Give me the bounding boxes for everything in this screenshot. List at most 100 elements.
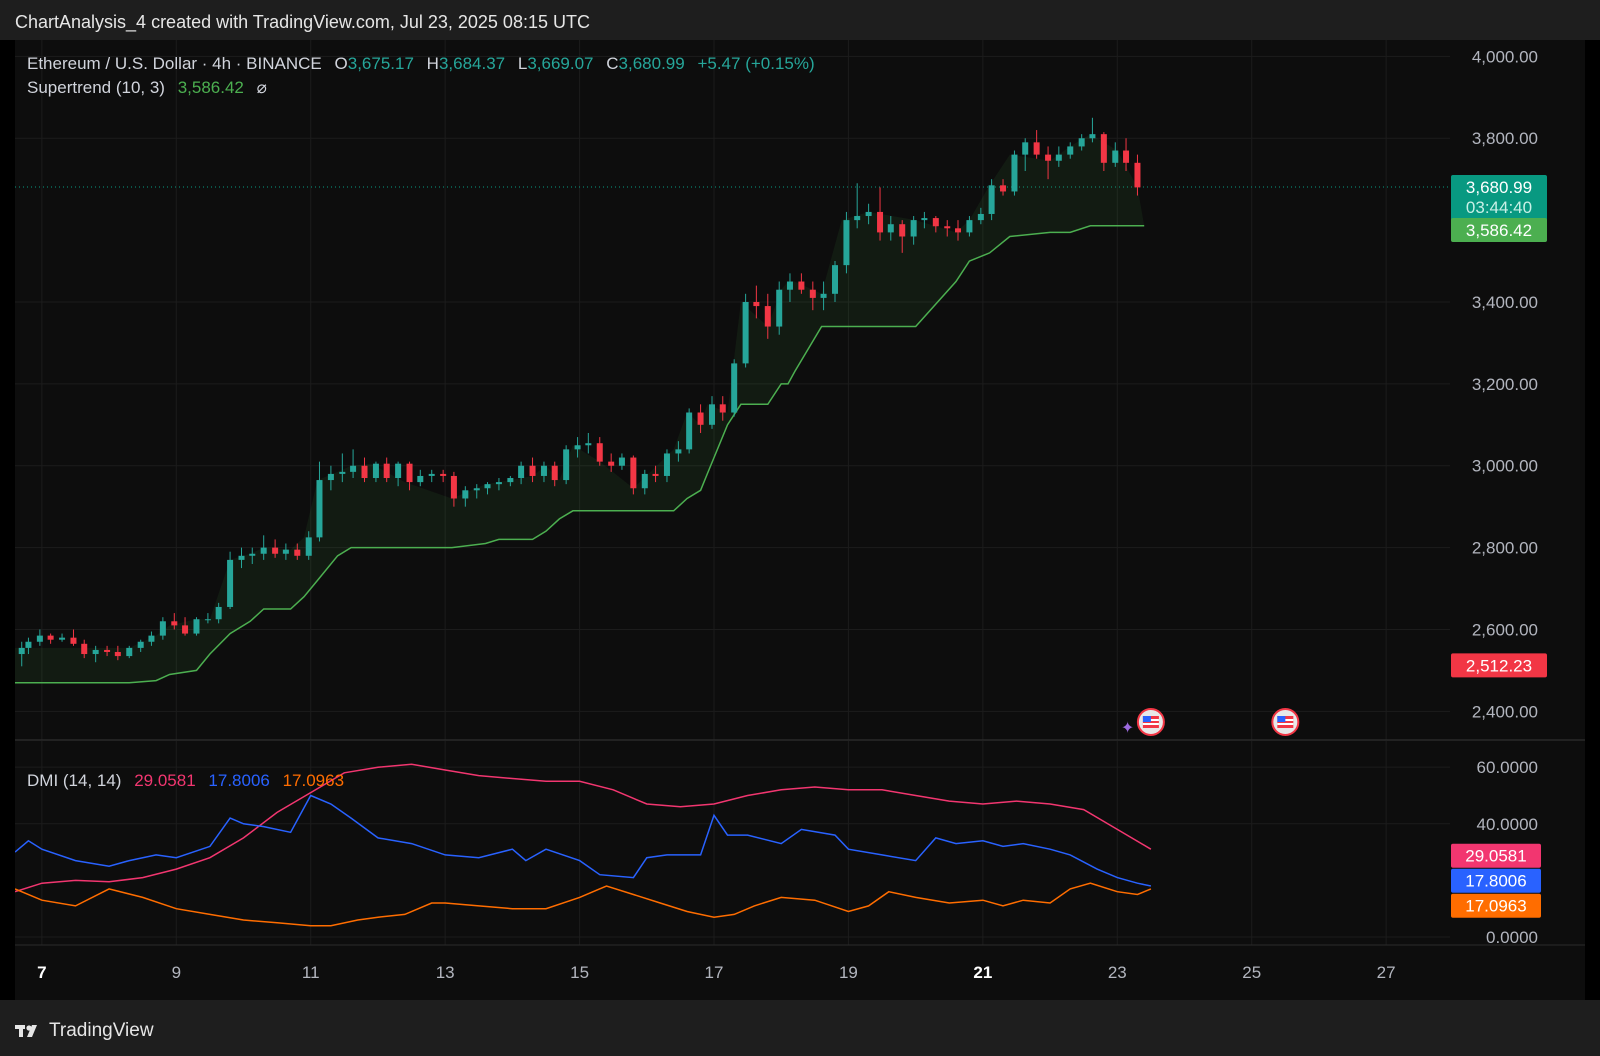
tradingview-logo[interactable]: TradingView bbox=[15, 1020, 154, 1042]
candle-body[interactable] bbox=[910, 220, 917, 237]
candle-body[interactable] bbox=[551, 465, 558, 481]
candle-body[interactable] bbox=[1055, 154, 1062, 161]
candle-body[interactable] bbox=[809, 289, 816, 298]
candle-body[interactable] bbox=[764, 306, 771, 327]
candle-body[interactable] bbox=[126, 647, 133, 657]
candle-body[interactable] bbox=[282, 549, 289, 554]
candle-body[interactable] bbox=[395, 463, 402, 479]
candle-body[interactable] bbox=[462, 490, 469, 499]
candle-body[interactable] bbox=[709, 404, 715, 425]
candle-body[interactable] bbox=[932, 218, 939, 227]
candle-body[interactable] bbox=[440, 473, 447, 476]
candle-body[interactable] bbox=[731, 363, 738, 413]
candle-body[interactable] bbox=[753, 301, 760, 307]
candle-body[interactable] bbox=[630, 457, 637, 489]
chart-area[interactable]: ✦ 4,000.00 3,800.00 3,400.00 3,200.00 3,000.0… bbox=[14, 40, 1585, 1000]
candle-body[interactable] bbox=[81, 643, 88, 655]
candle-body[interactable] bbox=[798, 281, 805, 290]
candle-body[interactable] bbox=[316, 480, 323, 538]
sparkle-icon[interactable]: ✦ bbox=[1121, 720, 1134, 737]
candle-body[interactable] bbox=[148, 635, 155, 642]
candle-body[interactable] bbox=[450, 475, 457, 499]
candle-body[interactable] bbox=[865, 211, 872, 217]
candle-body[interactable] bbox=[204, 619, 211, 621]
candle-body[interactable] bbox=[921, 218, 928, 221]
candle-body[interactable] bbox=[854, 216, 861, 221]
candle-body[interactable] bbox=[1067, 146, 1074, 155]
candle-body[interactable] bbox=[574, 445, 581, 450]
candle-body[interactable] bbox=[361, 465, 368, 479]
candle-body[interactable] bbox=[776, 289, 783, 327]
candle-body[interactable] bbox=[899, 224, 906, 237]
candle-body[interactable] bbox=[18, 647, 25, 655]
candle-body[interactable] bbox=[215, 606, 222, 620]
dmi-legend[interactable]: DMI (14, 14) 29.0581 17.8006 17.0963 bbox=[27, 771, 344, 791]
candle-body[interactable] bbox=[675, 449, 682, 454]
candle-body[interactable] bbox=[227, 559, 234, 607]
candle-body[interactable] bbox=[25, 641, 32, 648]
symbol-legend[interactable]: Ethereum / U.S. Dollar · 4h · BINANCE O3… bbox=[27, 54, 815, 74]
candle-body[interactable] bbox=[339, 471, 346, 474]
candle-body[interactable] bbox=[518, 465, 525, 479]
candle-body[interactable] bbox=[1123, 150, 1130, 163]
candle-body[interactable] bbox=[641, 473, 648, 489]
candle-body[interactable] bbox=[1033, 142, 1040, 155]
candle-body[interactable] bbox=[988, 185, 995, 214]
candle-body[interactable] bbox=[786, 281, 793, 290]
candle-body[interactable] bbox=[104, 649, 111, 652]
chart-svg[interactable]: ✦ 4,000.00 3,800.00 3,400.00 3,200.00 3,000.0… bbox=[14, 40, 1585, 1000]
candle-body[interactable] bbox=[193, 619, 200, 634]
candle-body[interactable] bbox=[944, 226, 951, 229]
candle-body[interactable] bbox=[305, 537, 312, 556]
candle-body[interactable] bbox=[596, 443, 603, 462]
candle-body[interactable] bbox=[843, 220, 850, 266]
candle-body[interactable] bbox=[652, 473, 659, 476]
candle-body[interactable] bbox=[663, 453, 670, 476]
candle-body[interactable] bbox=[719, 404, 726, 413]
candle-body[interactable] bbox=[1011, 154, 1018, 192]
candle-body[interactable] bbox=[1100, 134, 1107, 163]
candle-body[interactable] bbox=[977, 213, 984, 221]
candle-body[interactable] bbox=[1000, 185, 1007, 192]
candle-body[interactable] bbox=[294, 549, 301, 556]
candle-body[interactable] bbox=[70, 637, 77, 644]
candle-body[interactable] bbox=[249, 553, 256, 556]
candle-body[interactable] bbox=[1022, 142, 1029, 155]
candle-body[interactable] bbox=[36, 635, 43, 642]
candle-body[interactable] bbox=[563, 449, 570, 481]
candle-body[interactable] bbox=[238, 555, 245, 560]
candle-body[interactable] bbox=[159, 621, 166, 636]
candle-body[interactable] bbox=[383, 463, 390, 479]
candle-body[interactable] bbox=[171, 621, 178, 626]
candle-body[interactable] bbox=[887, 224, 894, 233]
candle-body[interactable] bbox=[618, 457, 625, 466]
candle-body[interactable] bbox=[1112, 150, 1119, 163]
candle-body[interactable] bbox=[585, 443, 592, 446]
candle-body[interactable] bbox=[417, 475, 424, 483]
candle-body[interactable] bbox=[877, 211, 884, 233]
candle-body[interactable] bbox=[540, 465, 547, 476]
candle-body[interactable] bbox=[1089, 134, 1096, 139]
candle-body[interactable] bbox=[1134, 162, 1141, 188]
candle-body[interactable] bbox=[820, 293, 827, 298]
candle-body[interactable] bbox=[182, 625, 189, 634]
candle-body[interactable] bbox=[114, 651, 121, 657]
candle-body[interactable] bbox=[697, 412, 704, 425]
supertrend-legend[interactable]: Supertrend (10, 3) 3,586.42 ⌀ bbox=[27, 78, 267, 98]
candle-body[interactable] bbox=[1078, 138, 1085, 147]
candle-body[interactable] bbox=[966, 220, 973, 233]
candle-body[interactable] bbox=[372, 463, 379, 479]
candle-body[interactable] bbox=[608, 461, 615, 466]
candle-body[interactable] bbox=[507, 478, 514, 483]
candle-body[interactable] bbox=[137, 641, 144, 648]
candle-body[interactable] bbox=[47, 635, 54, 640]
candle-body[interactable] bbox=[529, 465, 536, 476]
candle-body[interactable] bbox=[1045, 154, 1052, 161]
candle-body[interactable] bbox=[260, 547, 267, 554]
candle-body[interactable] bbox=[272, 547, 279, 554]
candle-body[interactable] bbox=[742, 301, 749, 364]
candle-body[interactable] bbox=[59, 637, 66, 640]
candle-body[interactable] bbox=[327, 473, 334, 481]
eye-off-icon[interactable]: ⌀ bbox=[257, 78, 267, 97]
candle-body[interactable] bbox=[495, 482, 502, 485]
